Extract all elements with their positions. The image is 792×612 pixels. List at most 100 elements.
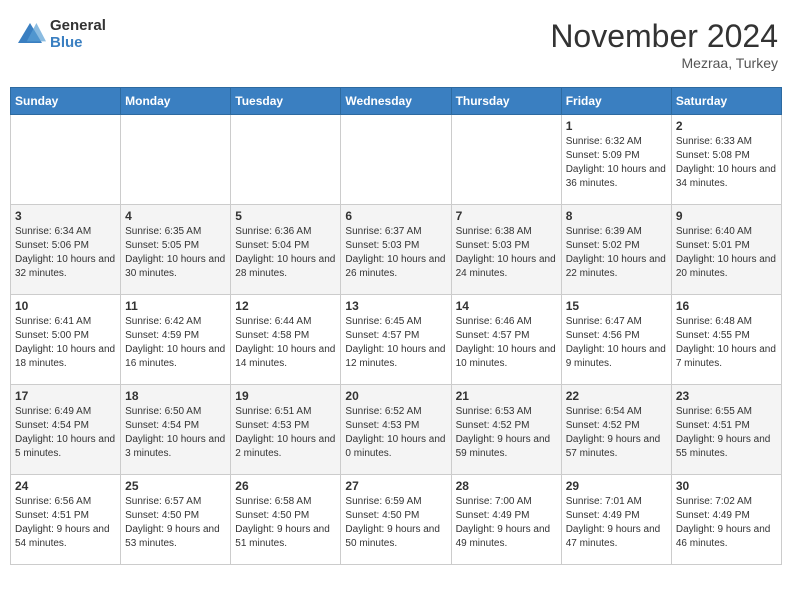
day-info: Sunrise: 6:59 AM Sunset: 4:50 PM Dayligh…: [345, 495, 446, 551]
day-info: Sunrise: 6:50 AM Sunset: 4:54 PM Dayligh…: [125, 405, 226, 461]
day-of-week-header: Saturday: [671, 88, 781, 115]
calendar-week-row: 1Sunrise: 6:32 AM Sunset: 5:09 PM Daylig…: [11, 115, 782, 205]
day-info: Sunrise: 6:34 AM Sunset: 5:06 PM Dayligh…: [15, 225, 116, 281]
calendar-week-row: 3 Sunrise: 6:34 AM Sunset: 5:06 PM Daylig…: [11, 205, 782, 295]
day-info: Sunrise: 6:42 AM Sunset: 4:59 PM Dayligh…: [125, 315, 226, 371]
calendar-day-cell: 26 Sunrise: 6:58 AM Sunset: 4:50 PM Dayli…: [231, 475, 341, 565]
day-number: 11: [125, 299, 226, 313]
calendar-day-cell: 21 Sunrise: 6:53 AM Sunset: 4:52 PM Dayli…: [451, 385, 561, 475]
calendar-day-cell: 27 Sunrise: 6:59 AM Sunset: 4:50 PM Dayli…: [341, 475, 451, 565]
day-info: Sunrise: 6:52 AM Sunset: 4:53 PM Dayligh…: [345, 405, 446, 461]
day-info: Sunrise: 7:02 AM Sunset: 4:49 PM Dayligh…: [676, 495, 777, 551]
calendar-day-cell: 28 Sunrise: 7:00 AM Sunset: 4:49 PM Dayli…: [451, 475, 561, 565]
day-info: Sunrise: 7:01 AM Sunset: 4:49 PM Dayligh…: [566, 495, 667, 551]
day-number: 5: [235, 209, 336, 223]
day-info: Sunrise: 6:38 AM Sunset: 5:03 PM Dayligh…: [456, 225, 557, 281]
calendar-day-cell: 29 Sunrise: 7:01 AM Sunset: 4:49 PM Dayli…: [561, 475, 671, 565]
day-number: 28: [456, 479, 557, 493]
day-info: Sunrise: 6:39 AM Sunset: 5:02 PM Dayligh…: [566, 225, 667, 281]
day-info: Sunrise: 6:33 AM Sunset: 5:08 PM Dayligh…: [676, 135, 777, 191]
day-number: 16: [676, 299, 777, 313]
calendar-day-cell: 1Sunrise: 6:32 AM Sunset: 5:09 PM Daylig…: [561, 115, 671, 205]
day-number: 9: [676, 209, 777, 223]
day-info: Sunrise: 6:45 AM Sunset: 4:57 PM Dayligh…: [345, 315, 446, 371]
calendar-day-cell: 8 Sunrise: 6:39 AM Sunset: 5:02 PM Daylig…: [561, 205, 671, 295]
day-info: Sunrise: 6:44 AM Sunset: 4:58 PM Dayligh…: [235, 315, 336, 371]
day-info: Sunrise: 6:54 AM Sunset: 4:52 PM Dayligh…: [566, 405, 667, 461]
calendar-day-cell: 18Sunrise: 6:50 AM Sunset: 4:54 PM Dayli…: [121, 385, 231, 475]
day-info: Sunrise: 6:51 AM Sunset: 4:53 PM Dayligh…: [235, 405, 336, 461]
day-number: 26: [235, 479, 336, 493]
day-info: Sunrise: 6:48 AM Sunset: 4:55 PM Dayligh…: [676, 315, 777, 371]
calendar-day-cell: 20 Sunrise: 6:52 AM Sunset: 4:53 PM Dayli…: [341, 385, 451, 475]
day-info: Sunrise: 6:41 AM Sunset: 5:00 PM Dayligh…: [15, 315, 116, 371]
day-info: Sunrise: 6:55 AM Sunset: 4:51 PM Dayligh…: [676, 405, 777, 461]
day-of-week-header: Tuesday: [231, 88, 341, 115]
day-number: 13: [345, 299, 446, 313]
day-of-week-header: Thursday: [451, 88, 561, 115]
location-subtitle: Mezraa, Turkey: [550, 55, 778, 71]
logo-general-text: General: [50, 18, 106, 35]
day-of-week-header: Sunday: [11, 88, 121, 115]
day-number: 8: [566, 209, 667, 223]
day-number: 25: [125, 479, 226, 493]
day-info: Sunrise: 6:53 AM Sunset: 4:52 PM Dayligh…: [456, 405, 557, 461]
day-info: Sunrise: 7:00 AM Sunset: 4:49 PM Dayligh…: [456, 495, 557, 551]
calendar-week-row: 24 Sunrise: 6:56 AM Sunset: 4:51 PM Dayli…: [11, 475, 782, 565]
day-info: Sunrise: 6:40 AM Sunset: 5:01 PM Dayligh…: [676, 225, 777, 281]
day-number: 21: [456, 389, 557, 403]
day-of-week-header: Monday: [121, 88, 231, 115]
calendar-day-cell: 2 Sunrise: 6:33 AM Sunset: 5:08 PM Daylig…: [671, 115, 781, 205]
day-info: Sunrise: 6:46 AM Sunset: 4:57 PM Dayligh…: [456, 315, 557, 371]
logo: General Blue: [14, 18, 106, 51]
calendar-day-cell: 24 Sunrise: 6:56 AM Sunset: 4:51 PM Dayli…: [11, 475, 121, 565]
calendar-day-cell: [121, 115, 231, 205]
calendar-day-cell: 14 Sunrise: 6:46 AM Sunset: 4:57 PM Dayli…: [451, 295, 561, 385]
day-number: 7: [456, 209, 557, 223]
calendar-day-cell: 6Sunrise: 6:37 AM Sunset: 5:03 PM Daylig…: [341, 205, 451, 295]
calendar-week-row: 10 Sunrise: 6:41 AM Sunset: 5:00 PM Dayli…: [11, 295, 782, 385]
calendar-day-cell: 30Sunrise: 7:02 AM Sunset: 4:49 PM Dayli…: [671, 475, 781, 565]
calendar-day-cell: 22 Sunrise: 6:54 AM Sunset: 4:52 PM Dayli…: [561, 385, 671, 475]
day-info: Sunrise: 6:56 AM Sunset: 4:51 PM Dayligh…: [15, 495, 116, 551]
calendar-day-cell: 9 Sunrise: 6:40 AM Sunset: 5:01 PM Daylig…: [671, 205, 781, 295]
calendar-day-cell: 15Sunrise: 6:47 AM Sunset: 4:56 PM Dayli…: [561, 295, 671, 385]
calendar-day-cell: 17Sunrise: 6:49 AM Sunset: 4:54 PM Dayli…: [11, 385, 121, 475]
day-info: Sunrise: 6:49 AM Sunset: 4:54 PM Dayligh…: [15, 405, 116, 461]
day-number: 29: [566, 479, 667, 493]
logo-icon: [14, 19, 46, 51]
day-number: 6: [345, 209, 446, 223]
day-number: 3: [15, 209, 116, 223]
logo-blue-text: Blue: [50, 35, 106, 52]
calendar-day-cell: 4Sunrise: 6:35 AM Sunset: 5:05 PM Daylig…: [121, 205, 231, 295]
day-number: 27: [345, 479, 446, 493]
calendar-day-cell: 13 Sunrise: 6:45 AM Sunset: 4:57 PM Dayli…: [341, 295, 451, 385]
day-info: Sunrise: 6:32 AM Sunset: 5:09 PM Dayligh…: [566, 135, 667, 191]
day-number: 24: [15, 479, 116, 493]
day-number: 20: [345, 389, 446, 403]
calendar-day-cell: [11, 115, 121, 205]
calendar-day-cell: 5 Sunrise: 6:36 AM Sunset: 5:04 PM Daylig…: [231, 205, 341, 295]
calendar-day-cell: 10 Sunrise: 6:41 AM Sunset: 5:00 PM Dayli…: [11, 295, 121, 385]
calendar-day-cell: [451, 115, 561, 205]
day-number: 10: [15, 299, 116, 313]
day-number: 23: [676, 389, 777, 403]
calendar-day-cell: 3 Sunrise: 6:34 AM Sunset: 5:06 PM Daylig…: [11, 205, 121, 295]
day-number: 12: [235, 299, 336, 313]
day-info: Sunrise: 6:35 AM Sunset: 5:05 PM Dayligh…: [125, 225, 226, 281]
day-info: Sunrise: 6:36 AM Sunset: 5:04 PM Dayligh…: [235, 225, 336, 281]
day-number: 22: [566, 389, 667, 403]
day-number: 15: [566, 299, 667, 313]
calendar-day-cell: 12 Sunrise: 6:44 AM Sunset: 4:58 PM Dayli…: [231, 295, 341, 385]
calendar-table: SundayMondayTuesdayWednesdayThursdayFrid…: [10, 87, 782, 565]
day-number: 14: [456, 299, 557, 313]
day-info: Sunrise: 6:57 AM Sunset: 4:50 PM Dayligh…: [125, 495, 226, 551]
day-number: 2: [676, 119, 777, 133]
calendar-week-row: 17Sunrise: 6:49 AM Sunset: 4:54 PM Dayli…: [11, 385, 782, 475]
calendar-day-cell: [231, 115, 341, 205]
day-info: Sunrise: 6:58 AM Sunset: 4:50 PM Dayligh…: [235, 495, 336, 551]
calendar-day-cell: [341, 115, 451, 205]
calendar-day-cell: 25 Sunrise: 6:57 AM Sunset: 4:50 PM Dayli…: [121, 475, 231, 565]
month-title: November 2024: [550, 18, 778, 55]
calendar-day-cell: 7 Sunrise: 6:38 AM Sunset: 5:03 PM Daylig…: [451, 205, 561, 295]
